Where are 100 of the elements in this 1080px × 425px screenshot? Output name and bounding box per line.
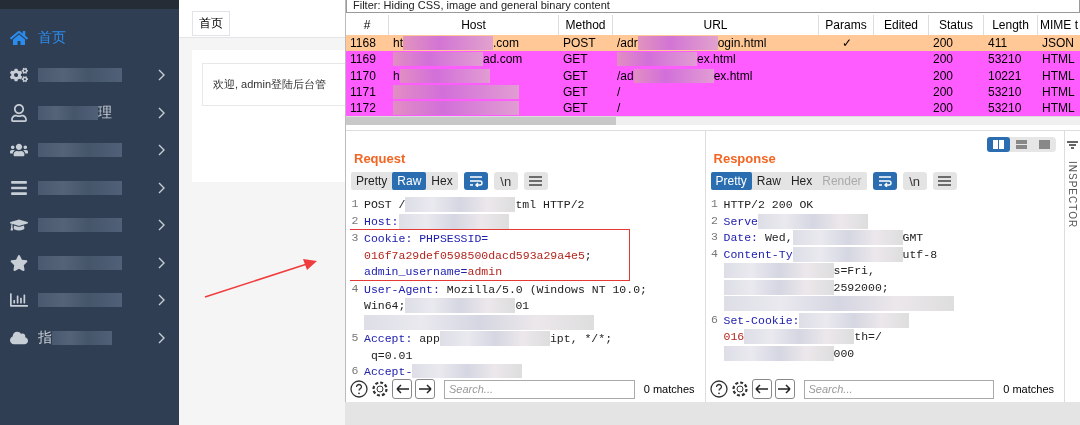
view-tab[interactable]: Pretty: [710, 172, 752, 191]
menu-label: 理: [98, 103, 112, 122]
wrap-toggle[interactable]: [463, 172, 488, 191]
table-cell: h: [393, 68, 400, 83]
table-cell-text: HTML: [1041, 85, 1076, 100]
table-cell-text: 1169: [349, 52, 377, 67]
code-text: admin: [467, 265, 503, 279]
table-cell: .com: [493, 36, 520, 51]
code-text: Accept:: [364, 332, 413, 346]
code-text: th=/: [854, 330, 882, 344]
table-cell: ex.html: [697, 52, 736, 67]
left-arrow-icon: [755, 384, 768, 394]
request-row[interactable]: 1172 GET / 200 53210 HTML: [346, 100, 1080, 117]
home-icon: [10, 28, 28, 47]
table-cell-text: 200: [932, 85, 955, 100]
table-cell: /: [617, 85, 621, 100]
code-text: s=Fri,: [833, 264, 875, 278]
view-tab[interactable]: Hex: [785, 172, 818, 191]
layout-toggle[interactable]: [987, 137, 1011, 153]
scrollbar-thumb[interactable]: [346, 117, 616, 126]
code-text: ipt, */*;: [549, 332, 613, 346]
table-cell-text: 1171: [349, 85, 377, 100]
table-cell: /: [617, 101, 621, 116]
right-arrow-icon: [418, 384, 432, 394]
table-cell-text: 53210: [987, 101, 1023, 116]
page-tab[interactable]: 首页: [192, 10, 230, 36]
pane-title: Response: [713, 151, 776, 167]
wrap-toggle[interactable]: [872, 172, 897, 191]
sidebar-item[interactable]: 指: [0, 319, 179, 357]
table-cell-text: 411: [987, 36, 1009, 51]
view-tab[interactable]: Raw: [392, 172, 427, 191]
view-tab[interactable]: Hex: [426, 172, 458, 191]
back-button[interactable]: [392, 379, 412, 399]
table-cell: /ad: [617, 68, 634, 83]
inspector-tab[interactable]: INSPECTOR: [1067, 161, 1078, 229]
line-number: 5: [350, 330, 360, 347]
code-text: Content-Ty: [723, 247, 793, 261]
filter-icon[interactable]: [1067, 141, 1078, 150]
single-view-icon: [1039, 140, 1051, 150]
view-tab[interactable]: Raw: [751, 172, 786, 191]
welcome-message: 欢迎, admin登陆后台管: [213, 77, 327, 92]
settings-icon[interactable]: [730, 380, 749, 398]
help-icon[interactable]: [350, 380, 368, 398]
menu-label: 指: [38, 328, 52, 347]
table-cell-text: HTML: [1041, 101, 1076, 116]
table-cell-text: 1172: [349, 101, 377, 116]
code-text: Wed,: [763, 231, 793, 245]
code-text: 000: [833, 346, 855, 360]
code-text: 01: [515, 299, 530, 313]
forward-button[interactable]: [415, 379, 435, 399]
options-button[interactable]: [932, 172, 957, 191]
forward-button[interactable]: [774, 379, 795, 399]
code-text: 2592000;: [833, 280, 889, 294]
request-row[interactable]: 1168 ht .com POST /adr ogin.html ✓ 200 411 JSON: [346, 35, 1080, 52]
split-view-icon: [993, 140, 1005, 150]
list-icon: [10, 178, 28, 197]
line-number: 6: [350, 363, 360, 378]
request-row[interactable]: 1169 ad.com GET ex.html 200 53210 HTML: [346, 51, 1080, 68]
table-cell-text: 53210: [987, 52, 1023, 67]
table-cell-text: 200: [932, 36, 955, 51]
line-number: 6: [710, 312, 719, 328]
table-cell-text: HTML: [1041, 68, 1076, 83]
table-cell-text: JSON: [1041, 36, 1075, 51]
table-cell-text: 200: [932, 68, 955, 83]
line-number: 2: [350, 213, 360, 229]
menu-icon: [529, 176, 543, 187]
user-icon: [10, 103, 28, 122]
table-cell-text: GET: [562, 101, 589, 116]
table-cell-text: 1170: [349, 68, 377, 83]
code-text: ;: [584, 248, 592, 262]
newline-toggle[interactable]: \n: [493, 172, 518, 191]
sidebar-item[interactable]: 理: [0, 94, 179, 132]
settings-icon[interactable]: [371, 380, 389, 398]
code-text: GMT: [902, 231, 924, 245]
menu-icon: [938, 176, 952, 187]
table-cell: ogin.html: [717, 36, 767, 51]
line-number: 2: [710, 213, 719, 229]
table-cell-text: GET: [562, 52, 589, 67]
code-text: HTTP/2 200 OK: [723, 198, 814, 212]
pixelated-redaction: [52, 330, 112, 345]
table-cell: ad.com: [483, 52, 523, 67]
stacked-view-icon: [1016, 140, 1028, 150]
options-button[interactable]: [523, 172, 548, 191]
back-button[interactable]: [751, 379, 772, 399]
table-cell-text: POST: [562, 36, 597, 51]
search-field[interactable]: Search...: [803, 379, 995, 399]
search-field[interactable]: Search...: [444, 379, 635, 399]
table-cell: /adr: [617, 36, 638, 51]
table-cell: ex.html: [713, 68, 753, 83]
code-text: admin_username=: [364, 265, 468, 279]
code-text: Set-Cookie:: [723, 313, 800, 327]
table-cell-text: HTML: [1041, 52, 1076, 67]
filter-bar[interactable]: Filter: Hiding CSS, image and general binary content: [346, 0, 1080, 13]
help-icon[interactable]: [709, 380, 728, 398]
match-count: 0 matches: [642, 383, 696, 395]
code-text: q=0.01: [369, 348, 413, 362]
newline-toggle[interactable]: \n: [902, 172, 927, 191]
pane-title: Request: [354, 151, 406, 167]
chart-icon: [10, 291, 28, 310]
view-tab[interactable]: Pretty: [351, 172, 393, 191]
